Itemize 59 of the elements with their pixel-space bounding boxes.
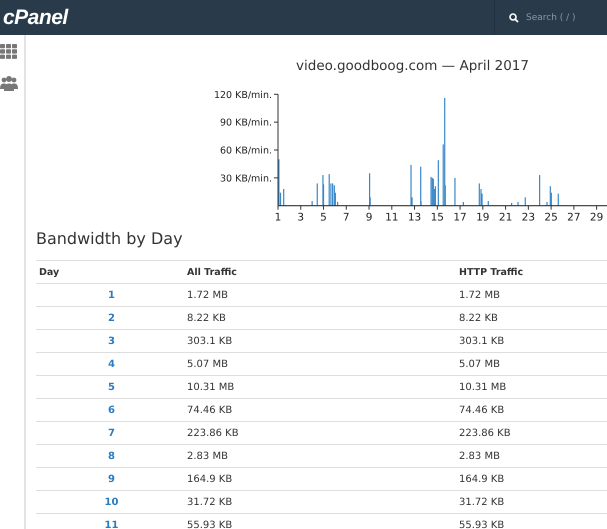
table-cell-text: 74.46 KB: [187, 404, 234, 416]
search-field[interactable]: Search ( / ): [526, 12, 606, 22]
table-cell-text: 223.86 KB: [187, 428, 240, 438]
x-tick-label: 11: [385, 212, 398, 224]
column-header: Day: [38, 266, 60, 278]
table-cell-text: 74.46 KB: [459, 404, 506, 416]
table-cell-text: 1.72 MB: [187, 290, 229, 300]
day-link[interactable]: 5: [108, 382, 115, 392]
table-cell-text: 8.22 KB: [187, 312, 227, 324]
y-tick-label: 90 KB/min.: [220, 118, 272, 129]
x-tick-label: 17: [453, 212, 467, 224]
x-tick-label: 29: [590, 212, 604, 224]
x-tick-label: 15: [430, 212, 444, 224]
y-tick-label: 60 KB/min.: [220, 146, 272, 156]
x-tick-label: 23: [522, 212, 536, 224]
table-cell-text: 303.1 KB: [187, 336, 234, 346]
table-cell-text: 55.93 KB: [187, 520, 234, 529]
day-link[interactable]: 8: [108, 450, 115, 462]
table-cell-text: 5.07 MB: [459, 358, 501, 370]
table-cell-text: 5.07 MB: [187, 358, 229, 370]
table-cell-text: 2.83 MB: [187, 450, 229, 462]
table-cell-text: 2.83 MB: [459, 450, 501, 462]
table-cell-text: 10.31 MB: [459, 382, 508, 392]
table-cell-text: 303.1 KB: [459, 336, 506, 346]
section-heading: Bandwidth by Day: [36, 229, 184, 248]
table-cell-text: 31.72 KB: [459, 496, 506, 508]
x-tick-label: 19: [476, 212, 490, 224]
table-cell-text: 1.72 MB: [459, 290, 501, 300]
x-tick-label: 27: [567, 212, 581, 224]
x-tick-label: 1: [274, 212, 282, 224]
x-tick-label: 21: [498, 212, 512, 224]
x-tick-label: 3: [297, 212, 304, 224]
day-link[interactable]: 2: [108, 312, 115, 324]
day-link[interactable]: 1: [108, 290, 115, 300]
table-cell-text: 223.86 KB: [459, 428, 512, 438]
day-link[interactable]: 11: [104, 520, 118, 529]
table-cell-text: 10.31 MB: [187, 382, 236, 392]
y-tick-label: 30 KB/min.: [220, 173, 272, 184]
table-cell-text: 164.9 KB: [459, 474, 506, 484]
table-cell-text: 31.72 KB: [187, 496, 234, 508]
x-tick-label: 5: [320, 212, 327, 224]
x-tick-label: 25: [544, 212, 558, 224]
day-link[interactable]: 3: [108, 336, 115, 346]
day-link[interactable]: 7: [108, 428, 115, 438]
column-header: All Traffic: [187, 266, 238, 278]
logo[interactable]: cPanel: [0, 6, 68, 30]
x-tick-label: 13: [408, 212, 422, 224]
y-tick-label: 120 KB/min.: [214, 90, 272, 101]
day-link[interactable]: 10: [104, 496, 118, 508]
chart-title: video.goodboog.com — April 2017: [295, 58, 530, 74]
day-link[interactable]: 4: [108, 358, 115, 370]
x-tick-label: 9: [366, 212, 372, 224]
table-cell-text: 8.22 KB: [459, 312, 499, 324]
table-cell-text: 164.9 KB: [187, 474, 234, 484]
column-header: HTTP Traffic: [459, 266, 524, 278]
x-tick-label: 7: [342, 212, 350, 224]
day-link[interactable]: 6: [108, 404, 115, 416]
day-link[interactable]: 9: [108, 474, 115, 484]
table-cell-text: 55.93 KB: [459, 520, 506, 529]
